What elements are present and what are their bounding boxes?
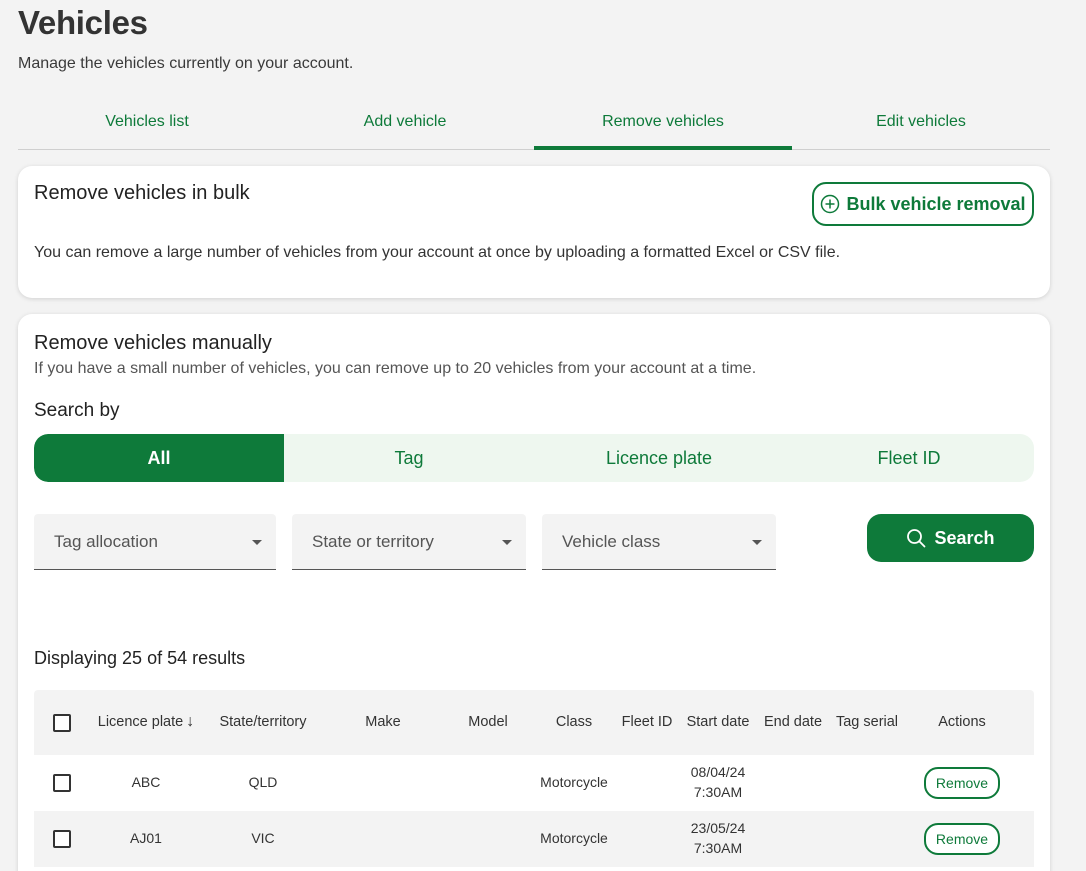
vehicle-class-label: Vehicle class [562, 531, 661, 551]
cell-class: Motorcycle [540, 830, 608, 847]
cell-actions: Remove [922, 755, 1002, 811]
cell-fleet-id [618, 755, 676, 811]
start-time-value: 7:30AM [693, 840, 743, 856]
header-end-date: End date [763, 714, 823, 731]
search-by-segmented-control: All Tag Licence plate Fleet ID [34, 434, 1034, 482]
search-button-label: Search [934, 527, 995, 548]
select-all-cell [52, 690, 72, 755]
table-row: AJ01 VIC Motorcycle 23/05/24 7:30AM Remo… [34, 811, 1034, 867]
cell-model [458, 811, 518, 867]
bulk-removal-card: Remove vehicles in bulk Bulk vehicle rem… [18, 166, 1050, 298]
search-button[interactable]: Search [867, 514, 1034, 562]
cell-make [352, 811, 414, 867]
cell-end-date [760, 811, 826, 867]
bulk-vehicle-removal-label: Bulk vehicle removal [846, 193, 1026, 214]
cell-state: QLD [248, 774, 278, 791]
sort-descending-icon: ↓ [186, 713, 195, 731]
tag-allocation-label: Tag allocation [54, 531, 158, 551]
manual-removal-card: Remove vehicles manually If you have a s… [18, 314, 1050, 871]
segment-licence-plate[interactable]: Licence plate [534, 434, 784, 482]
row-checkbox[interactable] [53, 774, 71, 792]
manual-removal-title: Remove vehicles manually [34, 332, 272, 354]
cell-start-date: 08/04/24 7:30AM [682, 755, 754, 811]
cell-licence-plate: AJ01 [130, 830, 162, 847]
segment-fleet-id[interactable]: Fleet ID [784, 434, 1034, 482]
header-make: Make [365, 714, 401, 731]
results-count: Displaying 25 of 54 results [34, 648, 246, 668]
cell-state: VIC [251, 830, 275, 847]
cell-licence-plate: ABC [131, 774, 161, 791]
manual-removal-description: If you have a small number of vehicles, … [34, 360, 757, 377]
table-row: ABC QLD Motorcycle 08/04/24 7:30AM Remov… [34, 755, 1034, 811]
caret-down-icon [502, 540, 512, 545]
header-actions: Actions [938, 714, 986, 731]
cell-tag-serial [832, 755, 902, 811]
cell-make [352, 755, 414, 811]
state-territory-select[interactable]: State or territory [292, 514, 526, 570]
cell-class: Motorcycle [540, 774, 608, 791]
select-all-checkbox[interactable] [53, 713, 71, 732]
row-checkbox[interactable] [53, 830, 71, 848]
vehicle-class-select[interactable]: Vehicle class [542, 514, 776, 570]
vehicles-table: Licence plate ↓ State/territory Make Mode… [34, 690, 1034, 867]
state-territory-label: State or territory [312, 531, 434, 551]
vehicle-tabs: Vehicles list Add vehicle Remove vehicle… [18, 102, 1050, 150]
search-icon [907, 529, 926, 548]
tab-add-vehicle[interactable]: Add vehicle [276, 102, 534, 149]
header-model: Model [468, 714, 508, 731]
start-time-value: 7:30AM [693, 784, 743, 800]
header-fleet-id: Fleet ID [621, 714, 673, 731]
bulk-removal-description: You can remove a large number of vehicle… [34, 244, 841, 261]
row-checkbox-cell [52, 755, 72, 811]
tab-edit-vehicles[interactable]: Edit vehicles [792, 102, 1050, 149]
cell-end-date [760, 755, 826, 811]
caret-down-icon [752, 540, 762, 545]
header-state: State/territory [219, 714, 307, 731]
cell-tag-serial [832, 811, 902, 867]
search-by-label: Search by [34, 400, 120, 421]
remove-button[interactable]: Remove [924, 823, 1000, 855]
remove-button[interactable]: Remove [924, 767, 1000, 799]
caret-down-icon [252, 540, 262, 545]
header-licence-plate-label: Licence plate [97, 714, 184, 731]
tab-remove-vehicles[interactable]: Remove vehicles [534, 102, 792, 150]
cell-fleet-id [618, 811, 676, 867]
segment-all[interactable]: All [34, 434, 284, 482]
cell-start-date: 23/05/24 7:30AM [682, 811, 754, 867]
header-start-date: Start date [686, 714, 750, 731]
plus-circle-icon [821, 194, 840, 214]
cell-model [458, 755, 518, 811]
start-date-value: 23/05/24 [690, 820, 746, 837]
bulk-removal-title: Remove vehicles in bulk [34, 182, 250, 204]
page-title: Vehicles [18, 4, 148, 41]
row-checkbox-cell [52, 811, 72, 867]
page-subtitle: Manage the vehicles currently on your ac… [18, 55, 354, 72]
header-licence-plate[interactable]: Licence plate ↓ [90, 690, 202, 755]
header-tag-serial: Tag serial [835, 714, 899, 731]
tag-allocation-select[interactable]: Tag allocation [34, 514, 276, 570]
table-header-row: Licence plate ↓ State/territory Make Mode… [34, 690, 1034, 755]
bulk-vehicle-removal-button[interactable]: Bulk vehicle removal [812, 182, 1034, 226]
cell-actions: Remove [922, 811, 1002, 867]
start-date-value: 08/04/24 [690, 764, 746, 781]
segment-tag[interactable]: Tag [284, 434, 534, 482]
header-class: Class [555, 714, 593, 731]
tab-vehicles-list[interactable]: Vehicles list [18, 102, 276, 149]
